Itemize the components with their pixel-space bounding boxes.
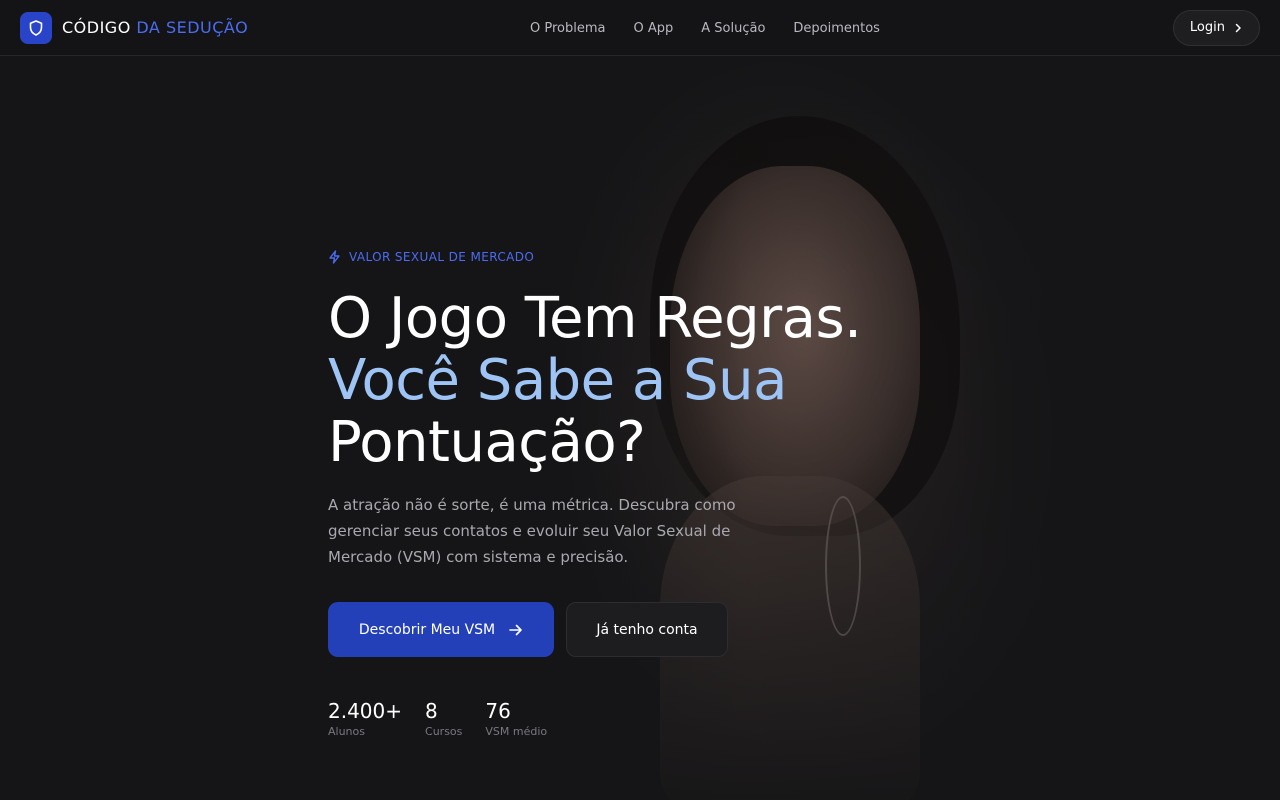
headline-line-1: O Jogo Tem Regras. [328,286,862,351]
landing-page: CÓDIGO DA SEDUÇÃO O Problema O App A Sol… [0,0,1280,800]
hero-eyebrow: VALOR SEXUAL DE MERCADO [328,248,968,266]
hero-eyebrow-text: VALOR SEXUAL DE MERCADO [349,250,535,264]
stat-label: Alunos [328,725,365,738]
hero-section: VALOR SEXUAL DE MERCADO O Jogo Tem Regra… [328,248,968,738]
stat-value: 76 [485,699,511,723]
nav-link-o-problema[interactable]: O Problema [530,21,605,36]
stat-label: VSM médio [485,725,548,738]
stat-label: Cursos [425,725,463,738]
headline-line-3: Pontuação? [328,410,646,475]
have-account-label: Já tenho conta [596,621,698,638]
login-button[interactable]: Login [1172,9,1260,46]
nav-links: O Problema O App A Solução Depoimentos [530,0,880,56]
nav-link-o-app[interactable]: O App [633,21,673,36]
brand-name-part1: CÓDIGO [62,18,131,37]
hero-headline: O Jogo Tem Regras. Você Sabe a Sua Pontu… [328,288,968,474]
arrow-right-icon [509,624,522,635]
stat-cursos: 8 Cursos [425,699,462,738]
discover-vsm-button[interactable]: Descobrir Meu VSM [328,602,554,657]
lightning-icon [329,250,340,264]
login-label: Login [1189,20,1225,35]
headline-line-2: Você Sabe a Sua [328,348,787,413]
stat-alunos: 2.400+ Alunos [328,699,402,738]
brand-name-part2: DA SEDUÇÃO [136,18,249,37]
cta-row: Descobrir Meu VSM Já tenho conta [328,602,968,657]
stat-vsm-medio: 76 VSM médio [485,699,547,738]
stat-value: 2.400+ [328,699,403,723]
brand[interactable]: CÓDIGO DA SEDUÇÃO [20,11,248,44]
shield-icon [20,11,52,44]
hero-description: A atração não é sorte, é uma métrica. De… [328,496,736,566]
have-account-button[interactable]: Já tenho conta [566,602,728,657]
stat-value: 8 [425,699,438,723]
discover-vsm-label: Descobrir Meu VSM [358,621,496,638]
brand-name: CÓDIGO DA SEDUÇÃO [62,18,248,37]
top-navbar: CÓDIGO DA SEDUÇÃO O Problema O App A Sol… [0,0,1280,56]
stats-row: 2.400+ Alunos 8 Cursos 76 VSM médio [328,699,968,738]
nav-link-a-solucao[interactable]: A Solução [701,21,765,36]
chevron-right-icon [1235,23,1241,32]
nav-link-depoimentos[interactable]: Depoimentos [793,21,880,36]
